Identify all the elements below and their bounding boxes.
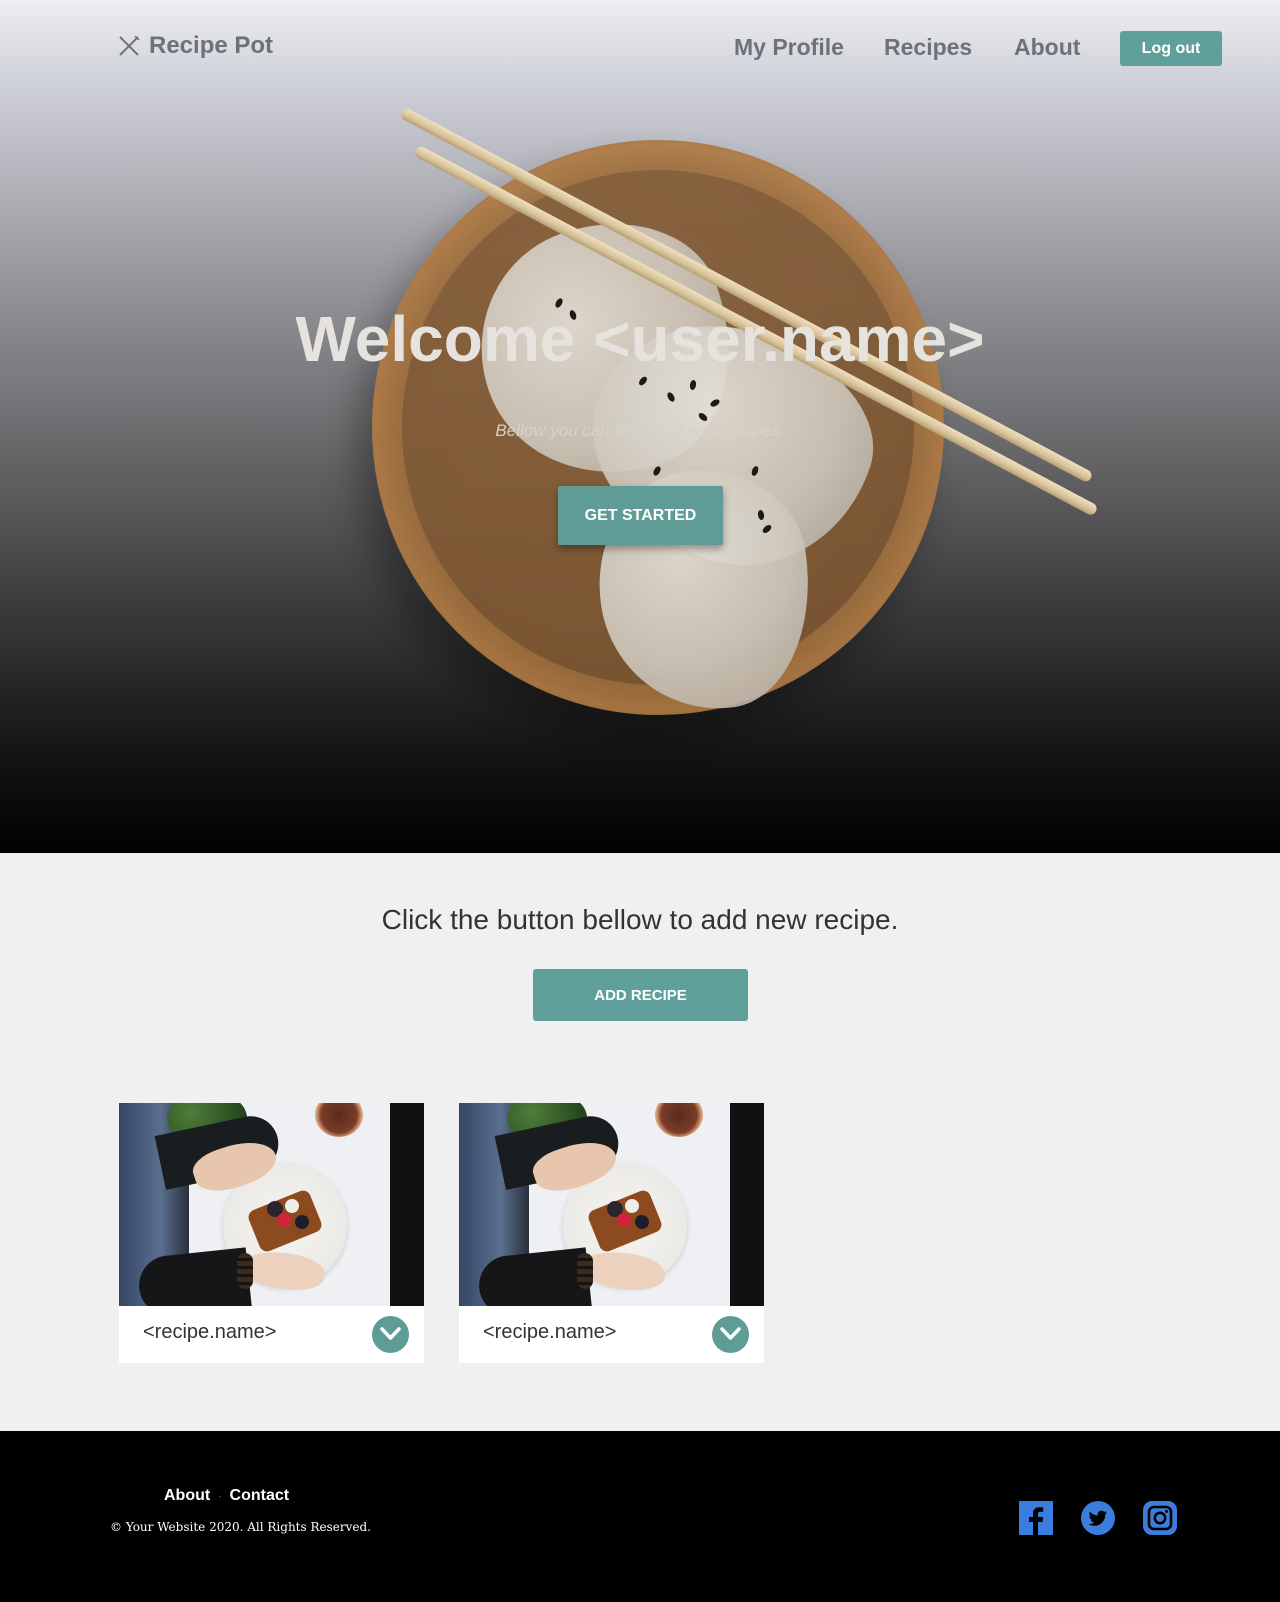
footer-links: About · Contact: [164, 1487, 289, 1505]
twitter-icon[interactable]: [1080, 1500, 1116, 1536]
recipe-card[interactable]: <recipe.name>: [119, 1103, 424, 1363]
expand-recipe-button[interactable]: [372, 1316, 409, 1353]
copyright-text: © Your Website 2020. All Rights Reserved…: [110, 1520, 371, 1534]
brand-logo[interactable]: Recipe Pot: [117, 32, 273, 60]
hero-subtitle: Bellow you can find all of your recipes.: [495, 421, 785, 440]
nav-link-my-profile[interactable]: My Profile: [734, 34, 844, 61]
utensils-icon: [119, 35, 140, 56]
nav-link-about[interactable]: About: [1014, 34, 1080, 61]
chevron-down-icon: [380, 1327, 401, 1340]
add-recipe-button[interactable]: ADD RECIPE: [533, 969, 748, 1021]
recipe-card-title: <recipe.name>: [143, 1321, 277, 1343]
instagram-icon[interactable]: [1142, 1500, 1178, 1536]
brand-name: Recipe Pot: [149, 32, 274, 59]
recipe-image: [119, 1103, 424, 1306]
footer-link-contact[interactable]: Contact: [230, 1487, 290, 1505]
chevron-down-icon: [720, 1327, 741, 1340]
footer: About · Contact © Your Website 2020. All…: [0, 1431, 1280, 1602]
recipe-card-title: <recipe.name>: [483, 1321, 617, 1343]
footer-link-about[interactable]: About: [164, 1487, 210, 1505]
nav-link-recipes[interactable]: Recipes: [884, 34, 972, 61]
hero-title: Welcome <user.name>: [295, 303, 985, 375]
top-nav: Recipe Pot My Profile Recipes About Log …: [0, 0, 1280, 96]
logout-button[interactable]: Log out: [1120, 31, 1222, 66]
get-started-button[interactable]: GET STARTED: [558, 486, 723, 545]
add-recipe-prompt: Click the button bellow to add new recip…: [381, 904, 899, 935]
hero-section: Recipe Pot My Profile Recipes About Log …: [0, 0, 1280, 853]
recipe-image: [459, 1103, 764, 1306]
footer-separator: ·: [218, 1490, 222, 1502]
facebook-icon[interactable]: [1018, 1500, 1054, 1536]
recipe-card[interactable]: <recipe.name>: [459, 1103, 764, 1363]
expand-recipe-button[interactable]: [712, 1316, 749, 1353]
